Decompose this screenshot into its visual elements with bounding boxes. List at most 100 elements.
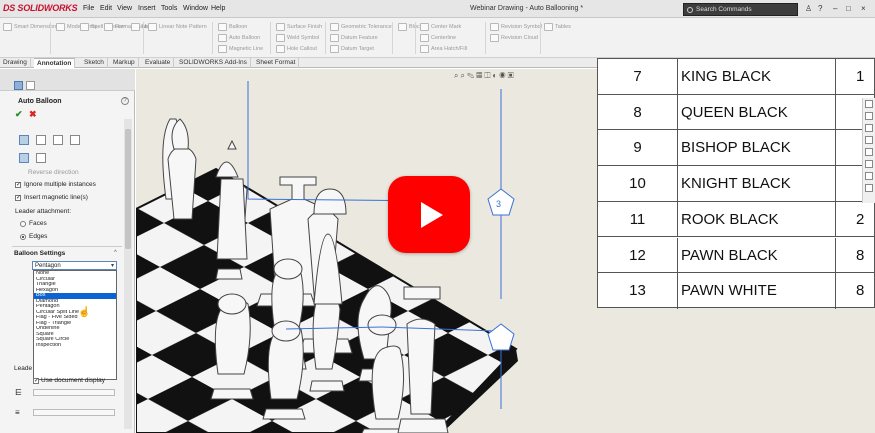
command-manager: Smart Dimension Model Items Spell Checker F… [0, 18, 875, 58]
leader-style-input[interactable] [33, 389, 115, 396]
tab-annotation[interactable]: Annotation [34, 58, 76, 68]
leader-thickness-input[interactable] [33, 409, 115, 416]
balloon-style-dropdown: None Circular Triangle Hexagon Box Diamo… [33, 270, 117, 380]
appearances-icon[interactable] [865, 160, 873, 168]
video-play-button[interactable] [388, 176, 470, 253]
item-number: 10 [598, 166, 678, 201]
menu-view[interactable]: View [117, 5, 132, 12]
layout-circular-icon[interactable] [19, 153, 29, 163]
ribbon-tool-20[interactable]: Revision Cloud [501, 35, 538, 41]
table-row[interactable]: 11 ROOK BLACK 2 [598, 201, 875, 238]
balloon-pentagon[interactable] [487, 323, 515, 351]
ribbon-tool-icon [420, 23, 429, 31]
ignore-multiple-label: Ignore multiple instances [24, 181, 96, 188]
ribbon-separator [325, 22, 326, 54]
ribbon-tool-16[interactable]: Center Mark [431, 24, 461, 30]
ribbon-separator [540, 22, 541, 54]
search-commands-input[interactable]: Search Commands [683, 3, 798, 16]
resources-icon[interactable] [865, 112, 873, 120]
layout-ignore-icon[interactable] [36, 153, 46, 163]
help-icon[interactable]: ? [121, 97, 129, 105]
manager-tabs [0, 69, 135, 91]
ribbon-tool-7[interactable]: Auto Balloon [229, 35, 260, 41]
tab-solidworks-addins[interactable]: SOLIDWORKS Add-Ins [176, 58, 251, 68]
dropdown-option[interactable]: Inspection [34, 343, 116, 349]
ribbon-tool-21[interactable]: Tables [555, 24, 571, 30]
tab-sheet-format[interactable]: Sheet Format [253, 58, 300, 68]
ignore-multiple-checkbox[interactable]: ✓ [15, 182, 21, 188]
ok-check-icon[interactable]: ✔ [15, 109, 23, 120]
quantity: 8 [856, 246, 865, 264]
ribbon-tool-19[interactable]: Revision Symbol [501, 24, 542, 30]
ribbon-tool-icon [56, 23, 65, 31]
part-name: KING BLACK [678, 59, 836, 94]
table-row[interactable]: 13 PAWN WHITE 8 [598, 273, 875, 309]
item-number: 8 [598, 94, 678, 130]
menu-edit[interactable]: Edit [100, 5, 112, 12]
menu-file[interactable]: File [83, 5, 94, 12]
edges-radio[interactable] [20, 234, 26, 240]
feature-tree-icon[interactable] [26, 81, 35, 90]
user-icon[interactable]: ♙ [805, 4, 812, 13]
menu-window[interactable]: Window [183, 5, 208, 12]
leader-attachment-label: Leader attachment: [15, 208, 72, 215]
file-explorer-icon[interactable] [865, 136, 873, 144]
ribbon-tool-icon [398, 23, 407, 31]
item-number: 13 [598, 273, 678, 309]
tab-markup[interactable]: Markup [110, 58, 139, 68]
ribbon-tool-icon [330, 34, 339, 42]
use-document-checkbox[interactable]: ✓ [33, 378, 39, 384]
minimize-icon[interactable]: – [833, 4, 837, 13]
ribbon-tool-13[interactable]: Datum Feature [341, 35, 378, 41]
insert-magnetic-checkbox[interactable]: ✓ [15, 195, 21, 201]
view-toolbar[interactable]: ⌕⌕✎▦◫◐◉▣ [454, 71, 516, 81]
close-icon[interactable]: × [861, 4, 866, 13]
layout-top-icon[interactable] [36, 135, 46, 145]
table-row[interactable]: 7 KING BLACK 1 [598, 59, 875, 95]
balloon-settings-header[interactable]: Balloon Settings [14, 250, 65, 257]
layout-left-icon[interactable] [53, 135, 63, 145]
forum-icon[interactable] [865, 184, 873, 192]
part-name: PAWN WHITE [678, 273, 836, 309]
tab-evaluate[interactable]: Evaluate [142, 58, 175, 68]
home-icon[interactable] [865, 100, 873, 108]
ribbon-tool-8[interactable]: Magnetic Line [229, 46, 263, 52]
menu-help[interactable]: Help [211, 5, 225, 12]
ribbon-tool-12[interactable]: Geometric Tolerance [341, 24, 392, 30]
table-row[interactable]: 12 PAWN BLACK 8 [598, 237, 875, 274]
ribbon-tool-11[interactable]: Hole Callout [287, 46, 317, 52]
table-row[interactable]: 9 BISHOP BLACK [598, 130, 875, 167]
maximize-icon[interactable]: □ [846, 4, 851, 13]
solidworks-logo: DS SOLIDWORKS [3, 3, 78, 13]
view-palette-icon[interactable] [865, 148, 873, 156]
cancel-x-icon[interactable]: ✖ [29, 109, 37, 120]
ribbon-tool-5[interactable]: Linear Note Pattern [159, 24, 207, 30]
tab-sketch[interactable]: Sketch [81, 58, 108, 68]
scrollbar-thumb[interactable] [125, 129, 131, 249]
ribbon-tool-18[interactable]: Area Hatch/Fill [431, 46, 467, 52]
bill-of-materials-table[interactable]: 7 KING BLACK 1 8 QUEEN BLACK 9 BISHOP BLACK … [597, 58, 875, 309]
ribbon-tool-icon [3, 23, 12, 31]
collapse-chevron-icon[interactable]: ^ [114, 250, 117, 256]
ribbon-tool-6[interactable]: Balloon [229, 24, 247, 30]
faces-radio[interactable] [20, 221, 26, 227]
menu-insert[interactable]: Insert [138, 5, 156, 12]
ribbon-tool-9[interactable]: Surface Finish [287, 24, 322, 30]
quantity: 2 [856, 210, 865, 228]
layout-square-icon[interactable] [19, 135, 29, 145]
design-library-icon[interactable] [865, 124, 873, 132]
custom-properties-icon[interactable] [865, 172, 873, 180]
ribbon-tool-14[interactable]: Datum Target [341, 46, 374, 52]
property-manager-icon[interactable] [14, 81, 23, 90]
tab-drawing[interactable]: Drawing [0, 58, 31, 68]
table-row[interactable]: 10 KNIGHT BLACK [598, 166, 875, 202]
ribbon-tool-10[interactable]: Weld Symbol [287, 35, 319, 41]
ribbon-tool-17[interactable]: Centerline [431, 35, 456, 41]
menu-tools[interactable]: Tools [161, 5, 177, 12]
balloon-style-select[interactable]: Pentagon [32, 261, 117, 270]
help-icon[interactable]: ? [818, 4, 822, 13]
layout-right-icon[interactable] [70, 135, 80, 145]
ribbon-tool-icon [80, 23, 89, 31]
ribbon-tool-icon [218, 45, 227, 53]
table-row[interactable]: 8 QUEEN BLACK [598, 94, 875, 131]
